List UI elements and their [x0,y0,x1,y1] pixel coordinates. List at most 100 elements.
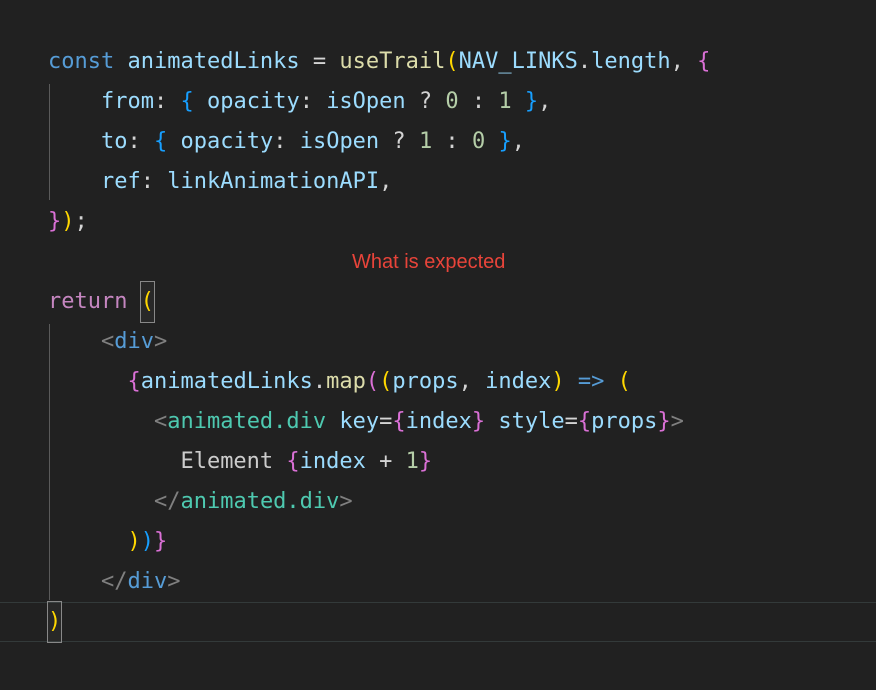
annotation-what-is-expected: What is expected [352,251,506,273]
code-line[interactable]: {animatedLinks.map((props, index) => ( [48,362,876,402]
code-token: 0 [471,129,486,154]
code-token: const [48,49,115,74]
code-line[interactable]: ref: linkAnimationAPI, [48,162,876,202]
code-token: return [48,289,128,314]
code-token: > [153,329,168,354]
code-line-content: {animatedLinks.map((props, index) => ( [48,362,876,402]
code-token: : [140,169,168,194]
code-token: ? [379,129,419,154]
code-token: ( [445,49,459,74]
code-token: style [498,409,565,434]
code-line[interactable]: </animated.div> [48,482,876,522]
code-token: ) [61,209,75,234]
code-line-content: </div> [48,562,876,602]
code-token: ) [127,529,141,554]
code-token: > [167,569,181,594]
code-token: props [591,409,658,434]
code-line[interactable]: <animated.div key={index} style={props}> [48,402,876,442]
code-line[interactable]: const animatedLinks = useTrail(NAV_LINKS… [48,42,876,82]
code-line-content: to: { opacity: isOpen ? 1 : 0 }, [48,122,876,162]
code-token: animated.div [167,409,327,434]
code-line-content: Element {index + 1} [48,442,876,482]
code-line-content: ) [46,601,876,643]
code-token: ; [74,209,88,234]
code-line-content: from: { opacity: isOpen ? 0 : 1 }, [48,82,876,122]
code-token: opacity [206,89,300,114]
code-token: } [48,209,62,234]
code-token: > [339,489,353,514]
code-token: opacity [180,129,274,154]
code-token: { [697,49,711,74]
code-line-content: return ( [48,281,876,323]
code-token: . [577,49,592,74]
code-line-content: </animated.div> [48,482,876,522]
code-token: 1 [498,89,512,114]
code-token: } [153,529,168,554]
code-line[interactable]: from: { opacity: isOpen ? 0 : 1 }, [48,82,876,122]
code-token: { [153,129,168,154]
code-token: : [127,129,154,154]
code-token: } [498,129,512,154]
code-token: length [591,49,671,74]
code-token: < [153,409,168,434]
code-token: : [273,129,300,154]
code-token: < [100,329,115,354]
code-line-content: <animated.div key={index} style={props}> [48,402,876,442]
code-token: isOpen [326,89,406,114]
code-token: div [114,329,154,354]
code-token: } [471,409,486,434]
code-token: = [379,409,393,434]
code-token: linkAnimationAPI [167,169,380,194]
code-token: from [100,89,154,114]
code-token: : [458,89,499,114]
code-token: ref [100,169,141,194]
code-line[interactable]: ) [0,601,876,643]
code-editor[interactable]: const animatedLinks = useTrail(NAV_LINKS… [0,0,876,690]
code-token: ( [379,369,393,394]
code-token: > [670,409,684,434]
code-token: ) [140,529,154,554]
code-token: , [458,369,486,394]
code-line[interactable]: to: { opacity: isOpen ? 1 : 0 }, [48,122,876,162]
code-line[interactable]: <div> [48,322,876,362]
code-token: , [511,129,525,154]
code-token: index [485,369,552,394]
code-lines[interactable]: const animatedLinks = useTrail(NAV_LINKS… [0,42,876,643]
code-token: 1 [418,129,433,154]
code-token: 1 [405,449,419,474]
code-line-content: ))} [48,522,876,562]
code-token: useTrail [339,49,446,74]
code-token: } [524,89,539,114]
code-line[interactable]: }); [48,202,876,242]
code-token: map [326,369,366,394]
code-token: , [670,49,698,74]
code-token: </ [100,569,128,594]
code-token: : [153,89,181,114]
code-token: animatedLinks [140,369,313,394]
code-token: . [312,369,327,394]
code-line[interactable]: Element {index + 1} [48,442,876,482]
code-token: isOpen [299,129,380,154]
code-token: ( [365,369,380,394]
code-token: = [564,409,578,434]
code-token: { [577,409,592,434]
code-area[interactable]: const animatedLinks = useTrail(NAV_LINKS… [0,0,876,643]
code-line[interactable]: </div> [48,562,876,602]
code-token: { [286,449,300,474]
code-token: div [127,569,168,594]
code-token: + [365,449,406,474]
code-line[interactable]: return ( [48,281,876,323]
code-line[interactable]: ))} [48,522,876,562]
code-token: , [538,89,552,114]
